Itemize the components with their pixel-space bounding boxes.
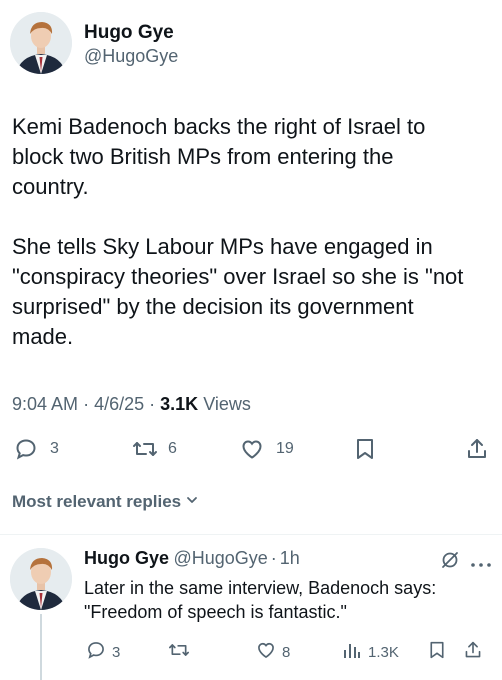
thread-line (40, 614, 42, 680)
bookmark-icon (354, 437, 376, 461)
share-button[interactable] (466, 437, 488, 461)
reply-author-avatar[interactable] (10, 548, 72, 610)
reply-header: Hugo Gye @HugoGye · 1h (84, 548, 300, 569)
reply-views-button[interactable]: 1.3K (342, 640, 399, 664)
tweet-text-paragraph-1: Kemi Badenoch backs the right of Israel … (12, 114, 426, 199)
repost-button[interactable]: 6 (132, 437, 177, 461)
like-icon (256, 640, 276, 664)
reply-author-name[interactable]: Hugo Gye (84, 548, 169, 568)
tweet-meta: 9:04 AM · 4/6/25 · 3.1K Views (12, 394, 251, 415)
reply-count: 3 (50, 440, 59, 457)
author-name[interactable]: Hugo Gye (84, 22, 174, 44)
reply-like-button[interactable]: 8 (256, 640, 290, 664)
reply-views-count: 1.3K (368, 643, 399, 661)
author-handle[interactable]: @HugoGye (84, 46, 178, 67)
views-icon (342, 640, 362, 664)
meta-separator: · (83, 394, 90, 414)
reply-reply-button[interactable]: 3 (86, 640, 120, 664)
replies-sort-dropdown[interactable]: Most relevant replies (12, 492, 199, 512)
reply-like-count: 8 (282, 643, 291, 661)
reply-reply-count: 3 (112, 643, 121, 661)
reply-repost-button[interactable] (168, 640, 190, 664)
like-count: 19 (276, 440, 294, 457)
repost-count: 6 (168, 440, 177, 457)
reply-time[interactable]: 1h (280, 548, 300, 568)
tweet-text-paragraph-2: She tells Sky Labour MPs have engaged in… (12, 234, 464, 349)
chevron-down-icon (185, 492, 199, 512)
repost-icon (168, 640, 190, 664)
like-button[interactable]: 19 (240, 437, 294, 461)
section-divider (0, 534, 502, 535)
reply-icon (14, 437, 38, 461)
reply-text: Later in the same interview, Badenoch sa… (84, 578, 437, 622)
more-icon[interactable] (470, 556, 492, 574)
meta-separator: · (149, 394, 156, 414)
views-label: Views (203, 394, 251, 414)
reply-share-button[interactable] (464, 640, 482, 664)
share-icon (466, 437, 488, 461)
bookmark-button[interactable] (354, 437, 376, 461)
replies-sort-label: Most relevant replies (12, 492, 182, 511)
tweet-time[interactable]: 9:04 AM (12, 394, 78, 414)
reply-author-handle[interactable]: @HugoGye (173, 548, 267, 568)
grok-icon[interactable] (440, 550, 460, 575)
reply-bookmark-button[interactable] (428, 640, 446, 664)
reply-separator: · (270, 548, 277, 568)
repost-icon (132, 437, 158, 461)
bookmark-icon (428, 640, 446, 664)
tweet-date[interactable]: 4/6/25 (94, 394, 144, 414)
share-icon (464, 640, 482, 664)
reply-icon (86, 640, 106, 664)
like-icon (240, 437, 264, 461)
reply-button[interactable]: 3 (14, 437, 59, 461)
author-avatar[interactable] (10, 12, 72, 74)
views-count: 3.1K (160, 394, 199, 414)
